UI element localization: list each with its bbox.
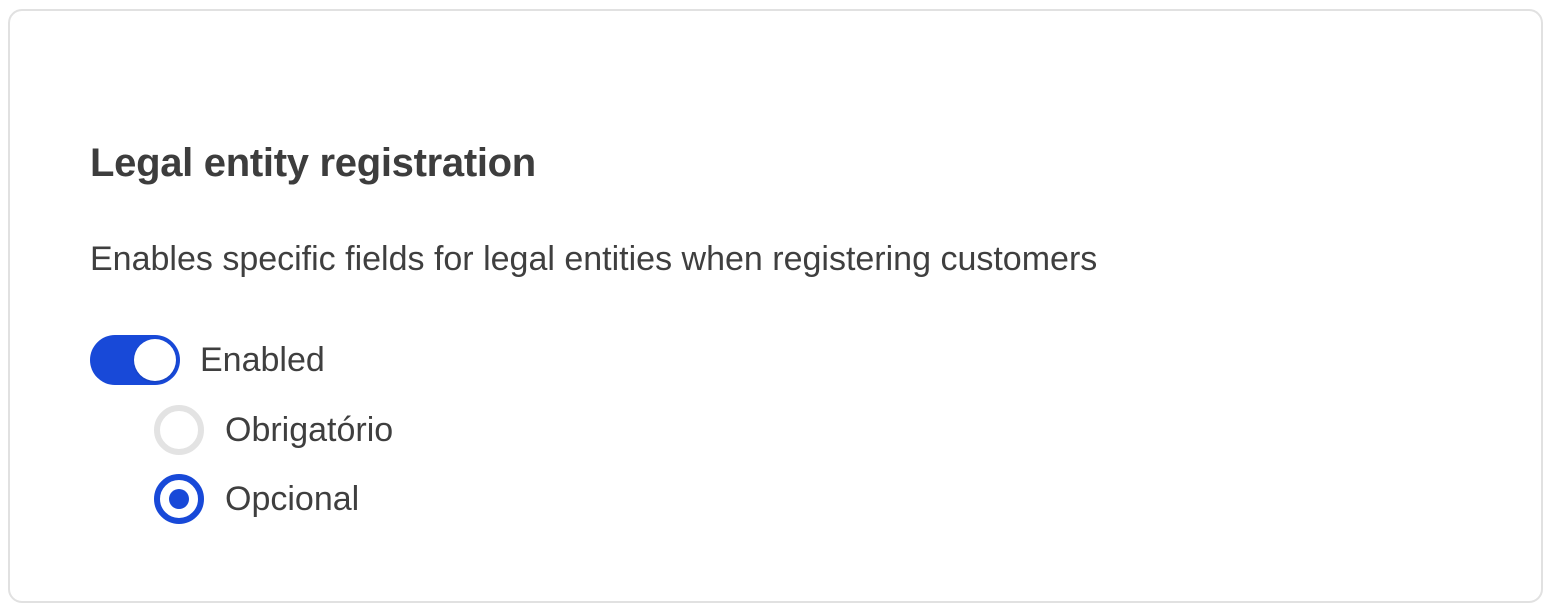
radio-button-obrigatorio[interactable]	[154, 405, 204, 455]
radio-label-obrigatorio: Obrigatório	[225, 411, 394, 449]
radio-button-opcional[interactable]	[154, 474, 204, 524]
radio-option-opcional[interactable]: Opcional	[154, 474, 359, 524]
enabled-toggle-label: Enabled	[200, 341, 325, 379]
settings-card: Legal entity registration Enables specif…	[8, 9, 1543, 603]
section-title: Legal entity registration	[90, 141, 536, 185]
radio-option-obrigatorio[interactable]: Obrigatório	[154, 405, 393, 455]
section-description: Enables specific fields for legal entiti…	[90, 240, 1098, 278]
toggle-knob	[134, 339, 176, 381]
enabled-toggle[interactable]	[90, 335, 180, 385]
enabled-toggle-row[interactable]: Enabled	[90, 335, 325, 385]
radio-label-opcional: Opcional	[225, 480, 360, 518]
